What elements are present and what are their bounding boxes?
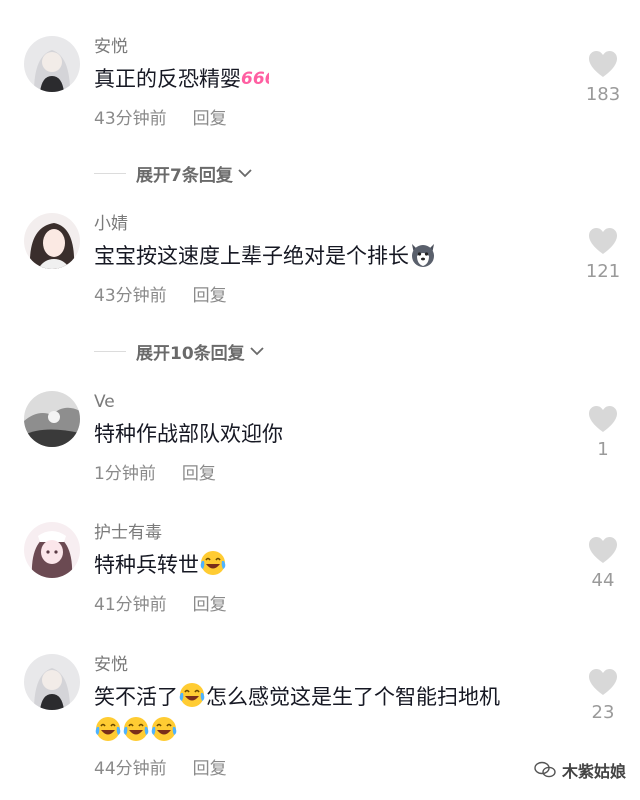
heart-icon [589, 669, 617, 695]
timestamp: 43分钟前 [94, 286, 167, 306]
expand-replies-button[interactable]: 展开7条回复 [94, 161, 253, 186]
comment-meta: 1分钟前 回复 [94, 463, 216, 485]
like-button[interactable]: 1 [580, 405, 626, 461]
username[interactable]: Ve [94, 391, 115, 413]
divider-line [94, 172, 126, 174]
watermark-text: 木紫姑娘 [561, 762, 626, 781]
like-button[interactable]: 183 [580, 50, 626, 106]
comment-meta: 44分钟前 回复 [94, 758, 227, 780]
comment-text: 笑不活了 怎么感觉这是生了个智能扫地机 [94, 680, 574, 748]
comment-text: 真正的反恐精婴666 [94, 62, 574, 96]
comment-text: 特种兵转世 [94, 548, 574, 582]
comment-meta: 41分钟前 回复 [94, 594, 227, 616]
wechat-icon [534, 761, 556, 778]
username[interactable]: 护士有毒 [94, 522, 162, 544]
666-icon: 666 [241, 63, 269, 91]
avatar[interactable] [24, 36, 80, 92]
heart-icon [589, 537, 617, 563]
timestamp: 44分钟前 [94, 759, 167, 779]
reply-button[interactable]: 回复 [193, 595, 227, 615]
comment-text-content: 特种作战部队欢迎你 [94, 422, 283, 446]
comment-text-content: 宝宝按这速度上辈子绝对是个排长 [94, 244, 409, 268]
comment-meta: 43分钟前 回复 [94, 285, 227, 307]
reply-button[interactable]: 回复 [193, 286, 227, 306]
reply-button[interactable]: 回复 [182, 464, 216, 484]
comment-text: 特种作战部队欢迎你 [94, 417, 574, 451]
heart-icon [589, 51, 617, 77]
avatar[interactable] [24, 654, 80, 710]
avatar[interactable] [24, 391, 80, 447]
laugh-cry-icon [94, 715, 122, 743]
heart-icon [589, 228, 617, 254]
divider-line [94, 350, 126, 352]
like-button[interactable]: 23 [580, 668, 626, 724]
expand-replies-button[interactable]: 展开10条回复 [94, 339, 265, 364]
comment-text-content: 特种兵转世 [94, 553, 199, 577]
like-count: 1 [597, 439, 609, 460]
like-count: 121 [585, 261, 621, 282]
timestamp: 1分钟前 [94, 464, 156, 484]
heart-icon [589, 406, 617, 432]
chevron-down-icon [238, 169, 252, 178]
username[interactable]: 小婧 [94, 213, 128, 235]
laugh-cry-icon [199, 549, 227, 577]
reply-button[interactable]: 回复 [193, 109, 227, 129]
comment-text: 宝宝按这速度上辈子绝对是个排长 [94, 239, 574, 273]
reply-button[interactable]: 回复 [193, 759, 227, 779]
avatar[interactable] [24, 522, 80, 578]
watermark: 木紫姑娘 [534, 758, 626, 782]
laugh-cry-icon [178, 681, 206, 709]
expand-label: 展开10条回复 [136, 343, 245, 364]
like-button[interactable]: 121 [580, 227, 626, 283]
comment-meta: 43分钟前 回复 [94, 108, 227, 130]
username[interactable]: 安悦 [94, 36, 128, 58]
laugh-cry-icon [150, 715, 178, 743]
laugh-cry-icon [122, 715, 150, 743]
like-count: 183 [585, 84, 621, 105]
timestamp: 43分钟前 [94, 109, 167, 129]
svg-text:666: 666 [241, 69, 269, 89]
avatar[interactable] [24, 213, 80, 269]
like-count: 23 [591, 702, 615, 723]
husky-icon [409, 240, 437, 268]
timestamp: 41分钟前 [94, 595, 167, 615]
like-count: 44 [591, 570, 615, 591]
username[interactable]: 安悦 [94, 654, 128, 676]
chevron-down-icon [250, 347, 264, 356]
comment-text-content-part1: 笑不活了 [94, 685, 178, 709]
comment-text-content-part2: 怎么感觉这是生了个智能扫地机 [206, 685, 500, 709]
like-button[interactable]: 44 [580, 536, 626, 592]
expand-label: 展开7条回复 [136, 165, 233, 186]
comment-text-content: 真正的反恐精婴 [94, 67, 241, 91]
